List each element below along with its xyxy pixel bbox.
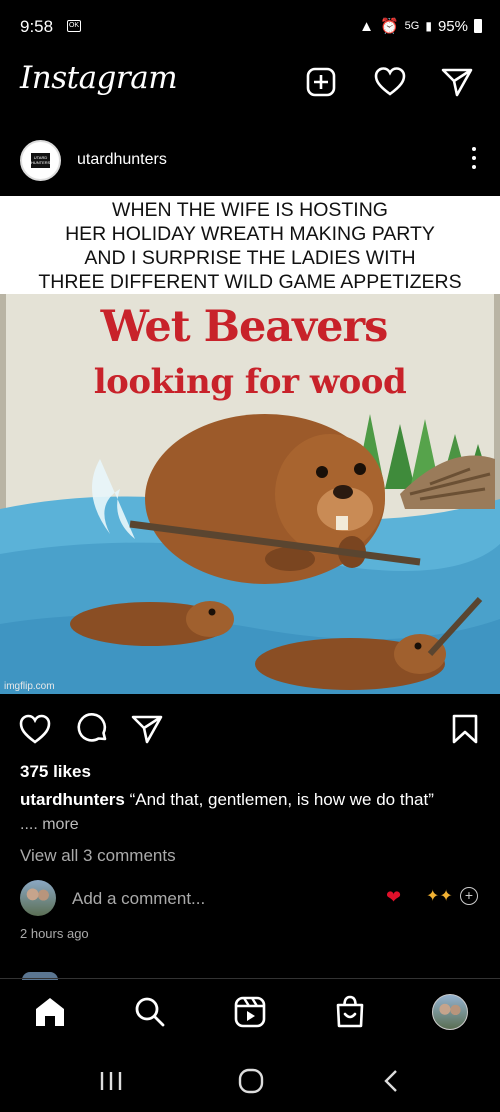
save-icon[interactable] [448, 712, 482, 746]
add-emoji-icon[interactable]: + [460, 887, 478, 905]
account-name[interactable]: utardhunters [77, 151, 167, 169]
heart-icon[interactable] [373, 65, 407, 99]
recent-apps-icon[interactable] [96, 1068, 126, 1094]
caption-username[interactable]: utardhunters [20, 790, 125, 809]
beaver-illustration [0, 294, 500, 694]
direct-message-icon[interactable] [440, 65, 474, 99]
post-header: UTARD HUNTERS utardhunters [0, 137, 500, 185]
raised-hands-emoji-reaction[interactable]: ✦✦ [426, 886, 453, 906]
app-logo: Instagram [20, 60, 178, 96]
bottom-nav [0, 990, 500, 1036]
back-icon[interactable] [377, 1068, 407, 1094]
user-avatar [20, 880, 56, 916]
share-icon[interactable] [130, 712, 164, 746]
more-options-icon[interactable] [471, 147, 477, 173]
alarm-icon: ⏰ [379, 18, 399, 35]
post-image[interactable]: WHEN THE WIFE IS HOSTING HER HOLIDAY WRE… [0, 196, 500, 694]
battery-icon [474, 19, 482, 33]
reels-icon[interactable] [232, 994, 268, 1030]
meme-caption-line: WHEN THE WIFE IS HOSTING [112, 199, 388, 221]
status-time: 9:58 [20, 17, 54, 36]
post-timestamp: 2 hours ago [20, 926, 89, 941]
caption-more-link[interactable]: .... more [20, 816, 79, 834]
meme-caption-line: THREE DIFFERENT WILD GAME APPETIZERS [38, 271, 462, 293]
add-comment-input[interactable]: Add a comment... [72, 889, 205, 909]
account-avatar[interactable]: UTARD HUNTERS [20, 140, 61, 181]
add-comment-row: Add a comment... ❤ ✦✦ + [0, 878, 500, 918]
meme-caption-line: AND I SURPRISE THE LADIES WITH [84, 247, 416, 269]
comment-icon[interactable] [76, 712, 110, 746]
post-actions [0, 708, 500, 748]
post-caption: utardhunters “And that, gentlemen, is ho… [20, 790, 434, 810]
shop-icon[interactable] [332, 994, 368, 1030]
notification-icon: OK [67, 20, 81, 32]
lock-icon: ▲ [359, 17, 374, 35]
status-indicators: ▲ ⏰ 5G ▮ 95% [359, 17, 482, 35]
imgflip-watermark: imgflip.com [4, 681, 55, 692]
home-icon[interactable] [32, 994, 68, 1030]
meme-caption: WHEN THE WIFE IS HOSTING HER HOLIDAY WRE… [0, 198, 500, 294]
view-comments-link[interactable]: View all 3 comments [20, 846, 176, 866]
search-icon[interactable] [132, 994, 168, 1030]
home-button-icon[interactable] [236, 1068, 266, 1094]
meme-caption-line: HER HOLIDAY WREATH MAKING PARTY [65, 223, 435, 245]
profile-avatar[interactable] [432, 994, 468, 1030]
network-label: 5G [404, 20, 420, 32]
signal-icon: ▮ [425, 19, 432, 33]
app-header: Instagram [0, 56, 500, 116]
caption-text: “And that, gentlemen, is how we do that” [129, 790, 434, 809]
like-icon[interactable] [18, 712, 52, 746]
account-badge: UTARD HUNTERS [31, 153, 50, 168]
status-bar: 9:58 OK ▲ ⏰ 5G ▮ 95% [0, 0, 500, 56]
nav-divider [0, 978, 500, 979]
new-post-icon[interactable] [304, 65, 338, 99]
android-nav-bar [0, 1058, 500, 1102]
meme-book-subtitle: looking for wood [93, 362, 407, 402]
heart-emoji-reaction[interactable]: ❤ [386, 887, 401, 908]
meme-book-title: Wet Beavers [100, 302, 389, 352]
battery-percent: 95% [437, 17, 468, 35]
likes-count[interactable]: 375 likes [20, 762, 91, 782]
